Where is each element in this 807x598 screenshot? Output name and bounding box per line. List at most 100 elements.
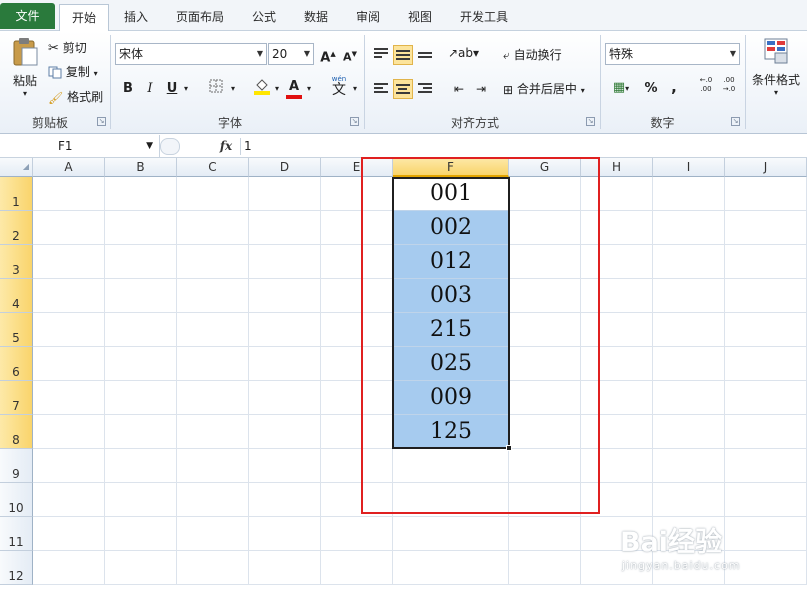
conditional-formatting-button[interactable]: 条件格式 ▾ xyxy=(750,37,802,97)
cell-d1[interactable] xyxy=(249,177,321,211)
cell-i6[interactable] xyxy=(653,347,725,381)
cell-e12[interactable] xyxy=(321,551,393,585)
merge-center-button[interactable]: ⊞ 合并后居中 ▾ xyxy=(503,80,585,97)
cell-a5[interactable] xyxy=(33,313,105,347)
font-color-button[interactable]: A xyxy=(284,77,304,99)
borders-dropdown-icon[interactable]: ▾ xyxy=(228,79,238,99)
decrease-decimal-button[interactable]: .00 →.0 xyxy=(718,76,740,96)
font-launcher-icon[interactable]: ↘ xyxy=(350,117,359,126)
wrap-text-button[interactable]: ⤶ 自动换行 xyxy=(503,46,562,63)
cell-d9[interactable] xyxy=(249,449,321,483)
cell-b10[interactable] xyxy=(105,483,177,517)
tab-view[interactable]: 视图 xyxy=(398,4,442,31)
cell-i7[interactable] xyxy=(653,381,725,415)
decrease-indent-button[interactable]: ⇤ xyxy=(449,79,469,99)
cell-a8[interactable] xyxy=(33,415,105,449)
cell-b3[interactable] xyxy=(105,245,177,279)
cell-c4[interactable] xyxy=(177,279,249,313)
cell-d2[interactable] xyxy=(249,211,321,245)
cell-c7[interactable] xyxy=(177,381,249,415)
cell-j3[interactable] xyxy=(725,245,807,279)
font-color-dropdown-icon[interactable]: ▾ xyxy=(304,79,314,99)
comma-button[interactable]: , xyxy=(664,77,684,97)
cell-i10[interactable] xyxy=(653,483,725,517)
shrink-font-button[interactable]: A▼ xyxy=(340,44,360,64)
increase-decimal-button[interactable]: ←.0 .00 xyxy=(695,76,717,96)
cell-j5[interactable] xyxy=(725,313,807,347)
select-all-button[interactable]: ◢ xyxy=(0,158,33,177)
align-right-button[interactable] xyxy=(415,79,435,99)
tab-home[interactable]: 开始 xyxy=(59,4,109,32)
row-header-4[interactable]: 4 xyxy=(0,279,33,313)
formula-input[interactable]: 1 xyxy=(244,135,252,157)
align-middle-button[interactable] xyxy=(393,45,413,65)
column-header-d[interactable]: D xyxy=(249,158,321,177)
cell-j10[interactable] xyxy=(725,483,807,517)
cell-a7[interactable] xyxy=(33,381,105,415)
cell-d3[interactable] xyxy=(249,245,321,279)
number-launcher-icon[interactable]: ↘ xyxy=(731,117,740,126)
cell-d5[interactable] xyxy=(249,313,321,347)
merge-dropdown-icon[interactable]: ▾ xyxy=(581,86,585,95)
cell-j9[interactable] xyxy=(725,449,807,483)
cell-j2[interactable] xyxy=(725,211,807,245)
cell-a4[interactable] xyxy=(33,279,105,313)
italic-button[interactable]: I xyxy=(140,79,160,99)
cell-e11[interactable] xyxy=(321,517,393,551)
column-header-i[interactable]: I xyxy=(653,158,725,177)
cell-d10[interactable] xyxy=(249,483,321,517)
copy-button[interactable]: 复制 ▾ xyxy=(48,63,98,80)
cell-a3[interactable] xyxy=(33,245,105,279)
insert-function-button[interactable]: fx xyxy=(216,137,236,155)
font-size-select[interactable]: 20 ▼ xyxy=(268,43,314,65)
cell-j6[interactable] xyxy=(725,347,807,381)
cell-b7[interactable] xyxy=(105,381,177,415)
cell-a12[interactable] xyxy=(33,551,105,585)
percent-button[interactable]: % xyxy=(641,79,661,99)
cell-d12[interactable] xyxy=(249,551,321,585)
cell-c10[interactable] xyxy=(177,483,249,517)
conditional-dropdown-icon[interactable]: ▾ xyxy=(750,88,802,97)
cell-f11[interactable] xyxy=(393,517,509,551)
column-header-a[interactable]: A xyxy=(33,158,105,177)
cell-j4[interactable] xyxy=(725,279,807,313)
cell-c8[interactable] xyxy=(177,415,249,449)
row-header-10[interactable]: 10 xyxy=(0,483,33,517)
cell-d11[interactable] xyxy=(249,517,321,551)
cell-f12[interactable] xyxy=(393,551,509,585)
borders-button[interactable] xyxy=(206,79,226,99)
cell-b8[interactable] xyxy=(105,415,177,449)
cell-b2[interactable] xyxy=(105,211,177,245)
cell-i4[interactable] xyxy=(653,279,725,313)
cell-j7[interactable] xyxy=(725,381,807,415)
row-header-2[interactable]: 2 xyxy=(0,211,33,245)
row-header-6[interactable]: 6 xyxy=(0,347,33,381)
cell-b11[interactable] xyxy=(105,517,177,551)
cell-d4[interactable] xyxy=(249,279,321,313)
paste-dropdown-icon[interactable]: ▾ xyxy=(8,89,42,98)
cell-d7[interactable] xyxy=(249,381,321,415)
align-bottom-button[interactable] xyxy=(415,45,435,65)
cell-g12[interactable] xyxy=(509,551,581,585)
row-header-5[interactable]: 5 xyxy=(0,313,33,347)
phonetic-dropdown-icon[interactable]: ▾ xyxy=(350,79,360,99)
cell-c3[interactable] xyxy=(177,245,249,279)
tab-insert[interactable]: 插入 xyxy=(114,4,158,31)
accounting-format-button[interactable]: ▦▾ xyxy=(608,78,634,98)
column-header-j[interactable]: J xyxy=(725,158,807,177)
align-left-button[interactable] xyxy=(371,79,391,99)
column-header-c[interactable]: C xyxy=(177,158,249,177)
increase-indent-button[interactable]: ⇥ xyxy=(471,79,491,99)
row-header-3[interactable]: 3 xyxy=(0,245,33,279)
cell-d6[interactable] xyxy=(249,347,321,381)
clipboard-launcher-icon[interactable]: ↘ xyxy=(97,117,106,126)
format-painter-button[interactable]: 🖌 格式刷 xyxy=(48,88,103,105)
cell-b4[interactable] xyxy=(105,279,177,313)
phonetic-button[interactable]: wén 文 xyxy=(328,74,350,102)
cell-c11[interactable] xyxy=(177,517,249,551)
row-header-1[interactable]: 1 xyxy=(0,177,33,211)
tab-data[interactable]: 数据 xyxy=(294,4,338,31)
cell-a6[interactable] xyxy=(33,347,105,381)
number-format-select[interactable]: 特殊 ▼ xyxy=(605,43,740,65)
underline-button[interactable]: U xyxy=(162,79,182,99)
